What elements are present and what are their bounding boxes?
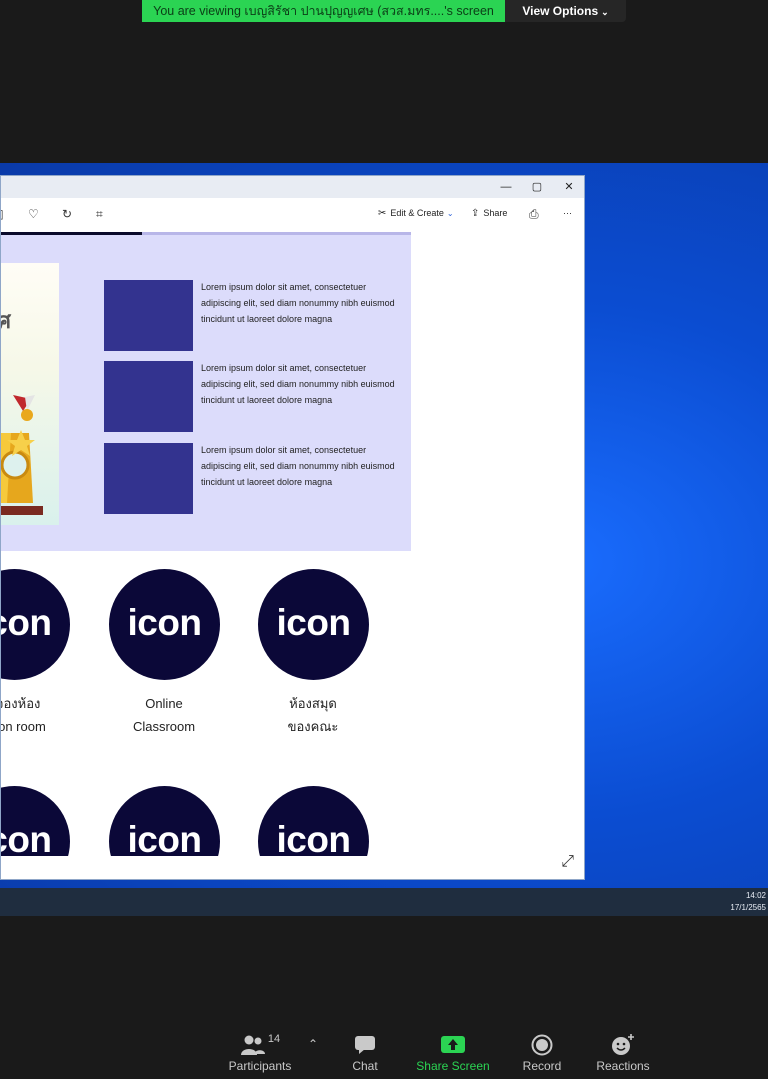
close-icon[interactable]: ✕ <box>554 176 584 198</box>
icon-placeholder: icon <box>1 786 70 856</box>
reactions-label: Reactions <box>596 1059 650 1073</box>
online-classroom-icon: icon <box>109 569 220 680</box>
share-label: Share <box>483 208 508 218</box>
zoom-meeting-window: You are viewing เบญสิรัชา ปานปุญญเศษ (สว… <box>0 0 768 1079</box>
shared-desktop: — ▢ ✕ ▯ ♡ ↻ ⌗ ✂Edit & Create⌄ ⇪Share ⎙ ·… <box>0 163 768 888</box>
screen-share-banner: You are viewing เบญสิรัชา ปานปุญญเศษ (สว… <box>142 0 505 22</box>
label-line: Online <box>145 696 183 711</box>
participants-options-button[interactable]: ⌃ <box>305 1037 321 1051</box>
participants-button[interactable]: 14 Participants <box>224 1031 296 1073</box>
award-title-fragment: ศ <box>1 303 11 338</box>
rotate-icon[interactable]: ↻ <box>62 207 72 221</box>
delete-icon[interactable]: ▯ <box>1 207 4 221</box>
icon-label: บจองห้อง ssion room <box>1 692 89 738</box>
chat-button[interactable]: Chat <box>343 1031 387 1073</box>
item-image-placeholder <box>104 280 193 351</box>
share-icon: ⇪ <box>471 208 480 219</box>
award-picture: ศ <box>1 263 59 525</box>
chat-label: Chat <box>352 1059 378 1073</box>
edit-create-label: Edit & Create <box>390 208 444 218</box>
medal-ribbon-icon <box>13 395 35 421</box>
edit-icon: ✂ <box>378 208 387 219</box>
chevron-down-icon: ⌄ <box>601 7 609 17</box>
reactions-button[interactable]: Reactions <box>592 1031 654 1073</box>
icon-grid-lower-row: icon icon icon <box>1 786 411 856</box>
item-description: Lorem ipsum dolor sit amet, consectetuer… <box>201 363 395 405</box>
share-button[interactable]: ⇪ Share <box>471 208 507 219</box>
record-label: Record <box>522 1059 562 1073</box>
more-button[interactable]: ··· <box>563 208 572 218</box>
clock-time: 14:02 <box>745 891 766 900</box>
reactions-icon <box>612 1034 634 1055</box>
view-options-button[interactable]: View Options ⌄ <box>505 0 626 22</box>
share-screen-label: Share Screen <box>416 1059 490 1073</box>
faculty-library-icon: icon <box>258 569 369 680</box>
record-icon <box>531 1034 553 1056</box>
chevron-up-icon: ⌃ <box>307 1037 319 1051</box>
window-titlebar: — ▢ ✕ <box>1 176 584 198</box>
share-screen-button[interactable]: Share Screen <box>414 1031 492 1073</box>
heart-icon[interactable]: ♡ <box>28 207 39 221</box>
icon-placeholder: icon <box>109 786 220 856</box>
label-line: Classroom <box>132 719 196 734</box>
minimize-icon[interactable]: — <box>491 176 521 198</box>
taskbar-clock[interactable]: 14:02 17/1/2565 <box>730 890 766 914</box>
slide-image: ศ Lorem ipsum dolor sit a <box>1 235 411 551</box>
participants-icon <box>240 1035 265 1055</box>
icon-placeholder: icon <box>258 786 369 856</box>
chevron-down-icon: ⌄ <box>446 209 454 218</box>
item-description: Lorem ipsum dolor sit amet, consectetuer… <box>201 445 395 487</box>
maximize-icon[interactable]: ▢ <box>522 176 552 198</box>
print-icon[interactable]: ⎙ <box>529 207 539 222</box>
item-image-placeholder <box>104 443 193 514</box>
label-line: ssion room <box>1 719 46 734</box>
participants-count: 14 <box>267 1033 281 1045</box>
icon-label: ห้องสมุดของคณะ <box>238 692 388 738</box>
crop-icon[interactable]: ⌗ <box>96 207 103 222</box>
item-description: Lorem ipsum dolor sit amet, consectetuer… <box>201 282 395 324</box>
chat-icon <box>355 1036 375 1054</box>
label-line: ห้องสมุด <box>289 696 337 711</box>
booking-room-icon: icon <box>1 569 70 680</box>
photos-toolbar: ▯ ♡ ↻ ⌗ ✂Edit & Create⌄ ⇪Share ⎙ ··· <box>1 198 584 232</box>
icon-label: Online Classroom <box>89 692 239 738</box>
item-image-placeholder <box>104 361 193 432</box>
participants-label: Participants <box>228 1059 292 1073</box>
label-line: ของคณะ <box>287 719 339 734</box>
zoom-control-bar: 14 Participants ⌃ Chat Share Screen Reco… <box>0 1025 768 1079</box>
photos-window: — ▢ ✕ ▯ ♡ ↻ ⌗ ✂Edit & Create⌄ ⇪Share ⎙ ·… <box>0 175 585 880</box>
label-line: บจองห้อง <box>1 696 41 711</box>
clock-date: 17/1/2565 <box>730 903 766 912</box>
edit-create-button[interactable]: ✂ Edit & Create ⌄ <box>378 208 454 219</box>
trophy-icon <box>1 430 43 515</box>
expand-icon[interactable]: ⤢ <box>561 853 574 871</box>
view-options-label: View Options <box>522 4 599 18</box>
share-screen-icon <box>441 1036 465 1053</box>
windows-taskbar: 14:02 17/1/2565 <box>0 888 768 916</box>
record-button[interactable]: Record <box>518 1031 566 1073</box>
